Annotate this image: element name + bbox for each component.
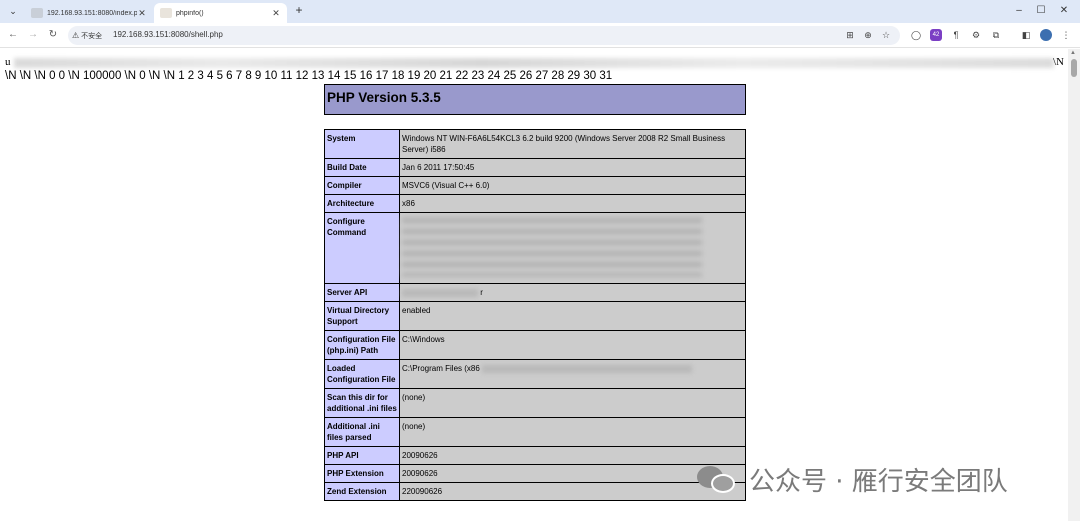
back-arrow-icon[interactable]: ← <box>7 29 19 41</box>
row-value: enabled <box>399 301 746 331</box>
page-scrollbar[interactable]: ▲ <box>1068 49 1080 521</box>
tab-close-icon[interactable]: ✕ <box>271 8 281 19</box>
security-chip[interactable]: ⚠ 不安全 <box>72 29 102 42</box>
scroll-up-arrow-icon[interactable]: ▲ <box>1070 50 1076 56</box>
tab-title: phpinfo() <box>176 9 204 17</box>
extension-script-icon[interactable]: ¶ <box>950 29 962 41</box>
zoom-icon[interactable]: ⊕ <box>862 29 874 41</box>
new-tab-button[interactable]: + <box>292 4 306 18</box>
browser-toolbar: ← → ↻ ⚠ 不安全 192.168.93.151:8080/shell.ph… <box>0 23 1080 48</box>
redacted-block <box>402 217 702 277</box>
tab-title: 192.168.93.151:8080/index.p <box>47 9 137 17</box>
forward-arrow-icon[interactable]: → <box>27 29 39 41</box>
security-label: 不安全 <box>81 32 103 40</box>
row-key: Architecture <box>324 194 400 213</box>
row-key: PHP API <box>324 446 400 465</box>
row-value: 20090626 <box>399 446 746 465</box>
table-row: Scan this dir for additional .ini files … <box>324 388 746 418</box>
reload-icon[interactable]: ↻ <box>47 29 59 41</box>
table-row: Loaded Configuration File C:\Program Fil… <box>324 359 746 389</box>
extension-circle-icon[interactable]: ◯ <box>910 29 922 41</box>
row-key: Server API <box>324 283 400 302</box>
tab-favicon-icon <box>160 8 172 18</box>
row-value: C:\Windows <box>399 330 746 360</box>
address-bar[interactable]: ⚠ 不安全 192.168.93.151:8080/shell.php ⊞ ⊕ … <box>68 26 900 45</box>
phpinfo-table: System Windows NT WIN-F6A6L54KCL3 6.2 bu… <box>324 129 746 501</box>
row-value: r <box>399 283 746 302</box>
extension-badge-icon[interactable]: 42 <box>930 29 942 41</box>
tab-index[interactable]: 192.168.93.151:8080/index.p ✕ <box>25 3 153 23</box>
row-value: MSVC6 (Visual C++ 6.0) <box>399 176 746 195</box>
row-key: PHP Extension <box>324 464 400 483</box>
wechat-logo-icon <box>697 464 737 494</box>
redacted-band <box>14 58 1054 68</box>
maximize-button[interactable]: ☐ <box>1034 4 1048 18</box>
tab-close-icon[interactable]: ✕ <box>137 8 147 19</box>
row-key: System <box>324 129 400 159</box>
table-row: Additional .ini files parsed (none) <box>324 417 746 447</box>
url-text[interactable]: 192.168.93.151:8080/shell.php <box>113 30 223 39</box>
redacted-inline <box>482 364 693 373</box>
watermark-text: 公众号 · 雁行安全团队 <box>749 466 1008 497</box>
table-row: Build Date Jan 6 2011 17:50:45 <box>324 158 746 177</box>
warning-triangle-icon: ⚠ <box>72 31 80 40</box>
server-api-value: r <box>480 288 483 297</box>
table-row: System Windows NT WIN-F6A6L54KCL3 6.2 bu… <box>324 129 746 159</box>
dump-line2: \N \N \N 0 0 \N 100000 \N 0 \N \N 1 2 3 … <box>5 70 613 82</box>
bookmark-star-icon[interactable]: ☆ <box>880 29 892 41</box>
row-key: Compiler <box>324 176 400 195</box>
table-row: Compiler MSVC6 (Visual C++ 6.0) <box>324 176 746 195</box>
php-version-header: PHP Version 5.3.5 <box>324 84 746 115</box>
table-row: Configuration File (php.ini) Path C:\Win… <box>324 330 746 360</box>
profile-avatar[interactable] <box>1040 29 1052 41</box>
tab-favicon-icon <box>31 8 43 18</box>
scroll-thumb[interactable] <box>1071 59 1077 77</box>
table-row: Configure Command <box>324 212 746 284</box>
row-key: Configuration File (php.ini) Path <box>324 330 400 360</box>
table-row: Architecture x86 <box>324 194 746 213</box>
tab-phpinfo[interactable]: phpinfo() ✕ <box>154 3 287 23</box>
redacted-inline <box>402 288 478 297</box>
extensions-puzzle-icon[interactable]: ⧉ <box>990 29 1002 41</box>
row-key: Loaded Configuration File <box>324 359 400 389</box>
tab-strip: ⌄ 192.168.93.151:8080/index.p ✕ phpinfo(… <box>0 0 1080 23</box>
row-value: Windows NT WIN-F6A6L54KCL3 6.2 build 920… <box>399 129 746 159</box>
row-key: Additional .ini files parsed <box>324 417 400 447</box>
menu-kebab-icon[interactable]: ⋮ <box>1060 29 1072 41</box>
row-value: x86 <box>399 194 746 213</box>
row-value: C:\Program Files (x86 <box>399 359 746 389</box>
table-row: PHP Extension 20090626 <box>324 464 746 483</box>
row-key: Scan this dir for additional .ini files <box>324 388 400 418</box>
row-value: 20090626 <box>399 464 746 483</box>
table-row: PHP API 20090626 <box>324 446 746 465</box>
row-value: (none) <box>399 417 746 447</box>
close-window-button[interactable]: ✕ <box>1057 4 1071 18</box>
dump-line1-start: u <box>5 56 11 68</box>
row-key: Zend Extension <box>324 482 400 501</box>
row-value <box>399 212 746 284</box>
tab-search-chevron-icon[interactable]: ⌄ <box>5 4 21 19</box>
row-value: (none) <box>399 388 746 418</box>
side-panel-icon[interactable]: ◧ <box>1020 29 1032 41</box>
row-key: Build Date <box>324 158 400 177</box>
page-title: PHP Version 5.3.5 <box>327 90 441 105</box>
row-key: Virtual Directory Support <box>324 301 400 331</box>
page-content: u \N \N \N \N 0 0 \N 100000 \N 0 \N \N 1… <box>0 49 1068 521</box>
loaded-config-value: C:\Program Files (x86 <box>402 364 480 373</box>
translate-icon[interactable]: ⊞ <box>844 29 856 41</box>
row-value: 220090626 <box>399 482 746 501</box>
minimize-button[interactable]: – <box>1012 4 1026 18</box>
row-value: Jan 6 2011 17:50:45 <box>399 158 746 177</box>
table-row: Zend Extension 220090626 <box>324 482 746 501</box>
table-row: Server API r <box>324 283 746 302</box>
dump-line1-end: \N <box>1053 56 1064 68</box>
row-key: Configure Command <box>324 212 400 284</box>
extension-gear-icon[interactable]: ⚙ <box>970 29 982 41</box>
watermark: 公众号 · 雁行安全团队 <box>697 459 1008 499</box>
table-row: Virtual Directory Support enabled <box>324 301 746 331</box>
